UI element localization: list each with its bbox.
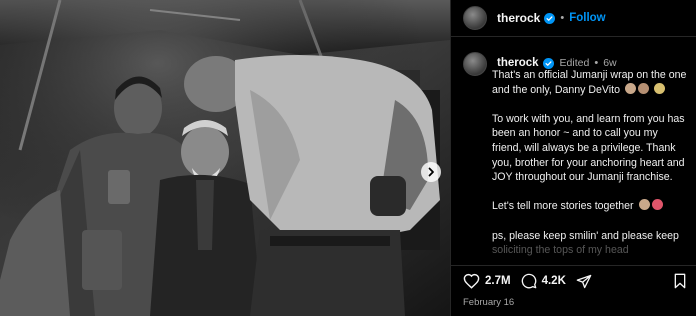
caption-text: That's an official Jumanji wrap on the o… — [492, 68, 688, 265]
post-date[interactable]: February 16 — [463, 297, 514, 308]
likes-count[interactable]: 2.7M — [485, 275, 511, 287]
comments-count[interactable]: 4.2K — [542, 275, 566, 287]
like-button[interactable]: 2.7M — [463, 273, 511, 289]
post-header: therock • Follow — [451, 0, 696, 37]
praying-hands-icon — [624, 82, 636, 94]
caption-paragraph: That's an official Jumanji wrap on the o… — [492, 69, 687, 96]
caption-paragraph: To work with you, and learn from you has… — [492, 112, 685, 184]
photo-image — [0, 0, 450, 316]
caption-avatar[interactable] — [463, 52, 487, 76]
follow-button[interactable]: Follow — [569, 12, 605, 24]
share-icon — [576, 274, 592, 288]
action-row: 2.7M 4.2K — [463, 273, 602, 289]
bookmark-icon — [674, 273, 686, 289]
separator-dot: • — [560, 12, 565, 24]
comment-icon — [521, 273, 536, 289]
comment-button[interactable]: 4.2K — [521, 273, 566, 289]
chevron-right-icon — [428, 167, 434, 177]
handshake-icon — [638, 199, 650, 211]
avatar[interactable] — [463, 6, 487, 30]
next-photo-button[interactable] — [421, 162, 441, 182]
caption-paragraph: Let's tell more stories together — [492, 199, 688, 214]
heart-hands-icon — [651, 199, 663, 211]
post-photo[interactable] — [0, 0, 450, 316]
caption-area: therock Edited • 6w That's an official J… — [463, 50, 689, 265]
verified-icon — [542, 57, 554, 69]
share-button[interactable] — [576, 274, 592, 289]
post-side-panel: therock • Follow therock Edited • 6w Tha… — [450, 0, 696, 316]
verified-icon — [544, 12, 556, 24]
caption-paragraph: ps, please keep smilin' and please keep … — [492, 229, 679, 257]
clinking-glasses-icon — [653, 82, 665, 94]
username-link[interactable]: therock — [497, 11, 540, 25]
save-button[interactable] — [673, 273, 687, 289]
heart-icon — [463, 273, 480, 289]
praying-hands-icon — [637, 82, 649, 94]
caption-cutoff-text: soliciting the tops of my head — [492, 244, 629, 257]
post-actions: 2.7M 4.2K February 16 — [451, 265, 696, 316]
